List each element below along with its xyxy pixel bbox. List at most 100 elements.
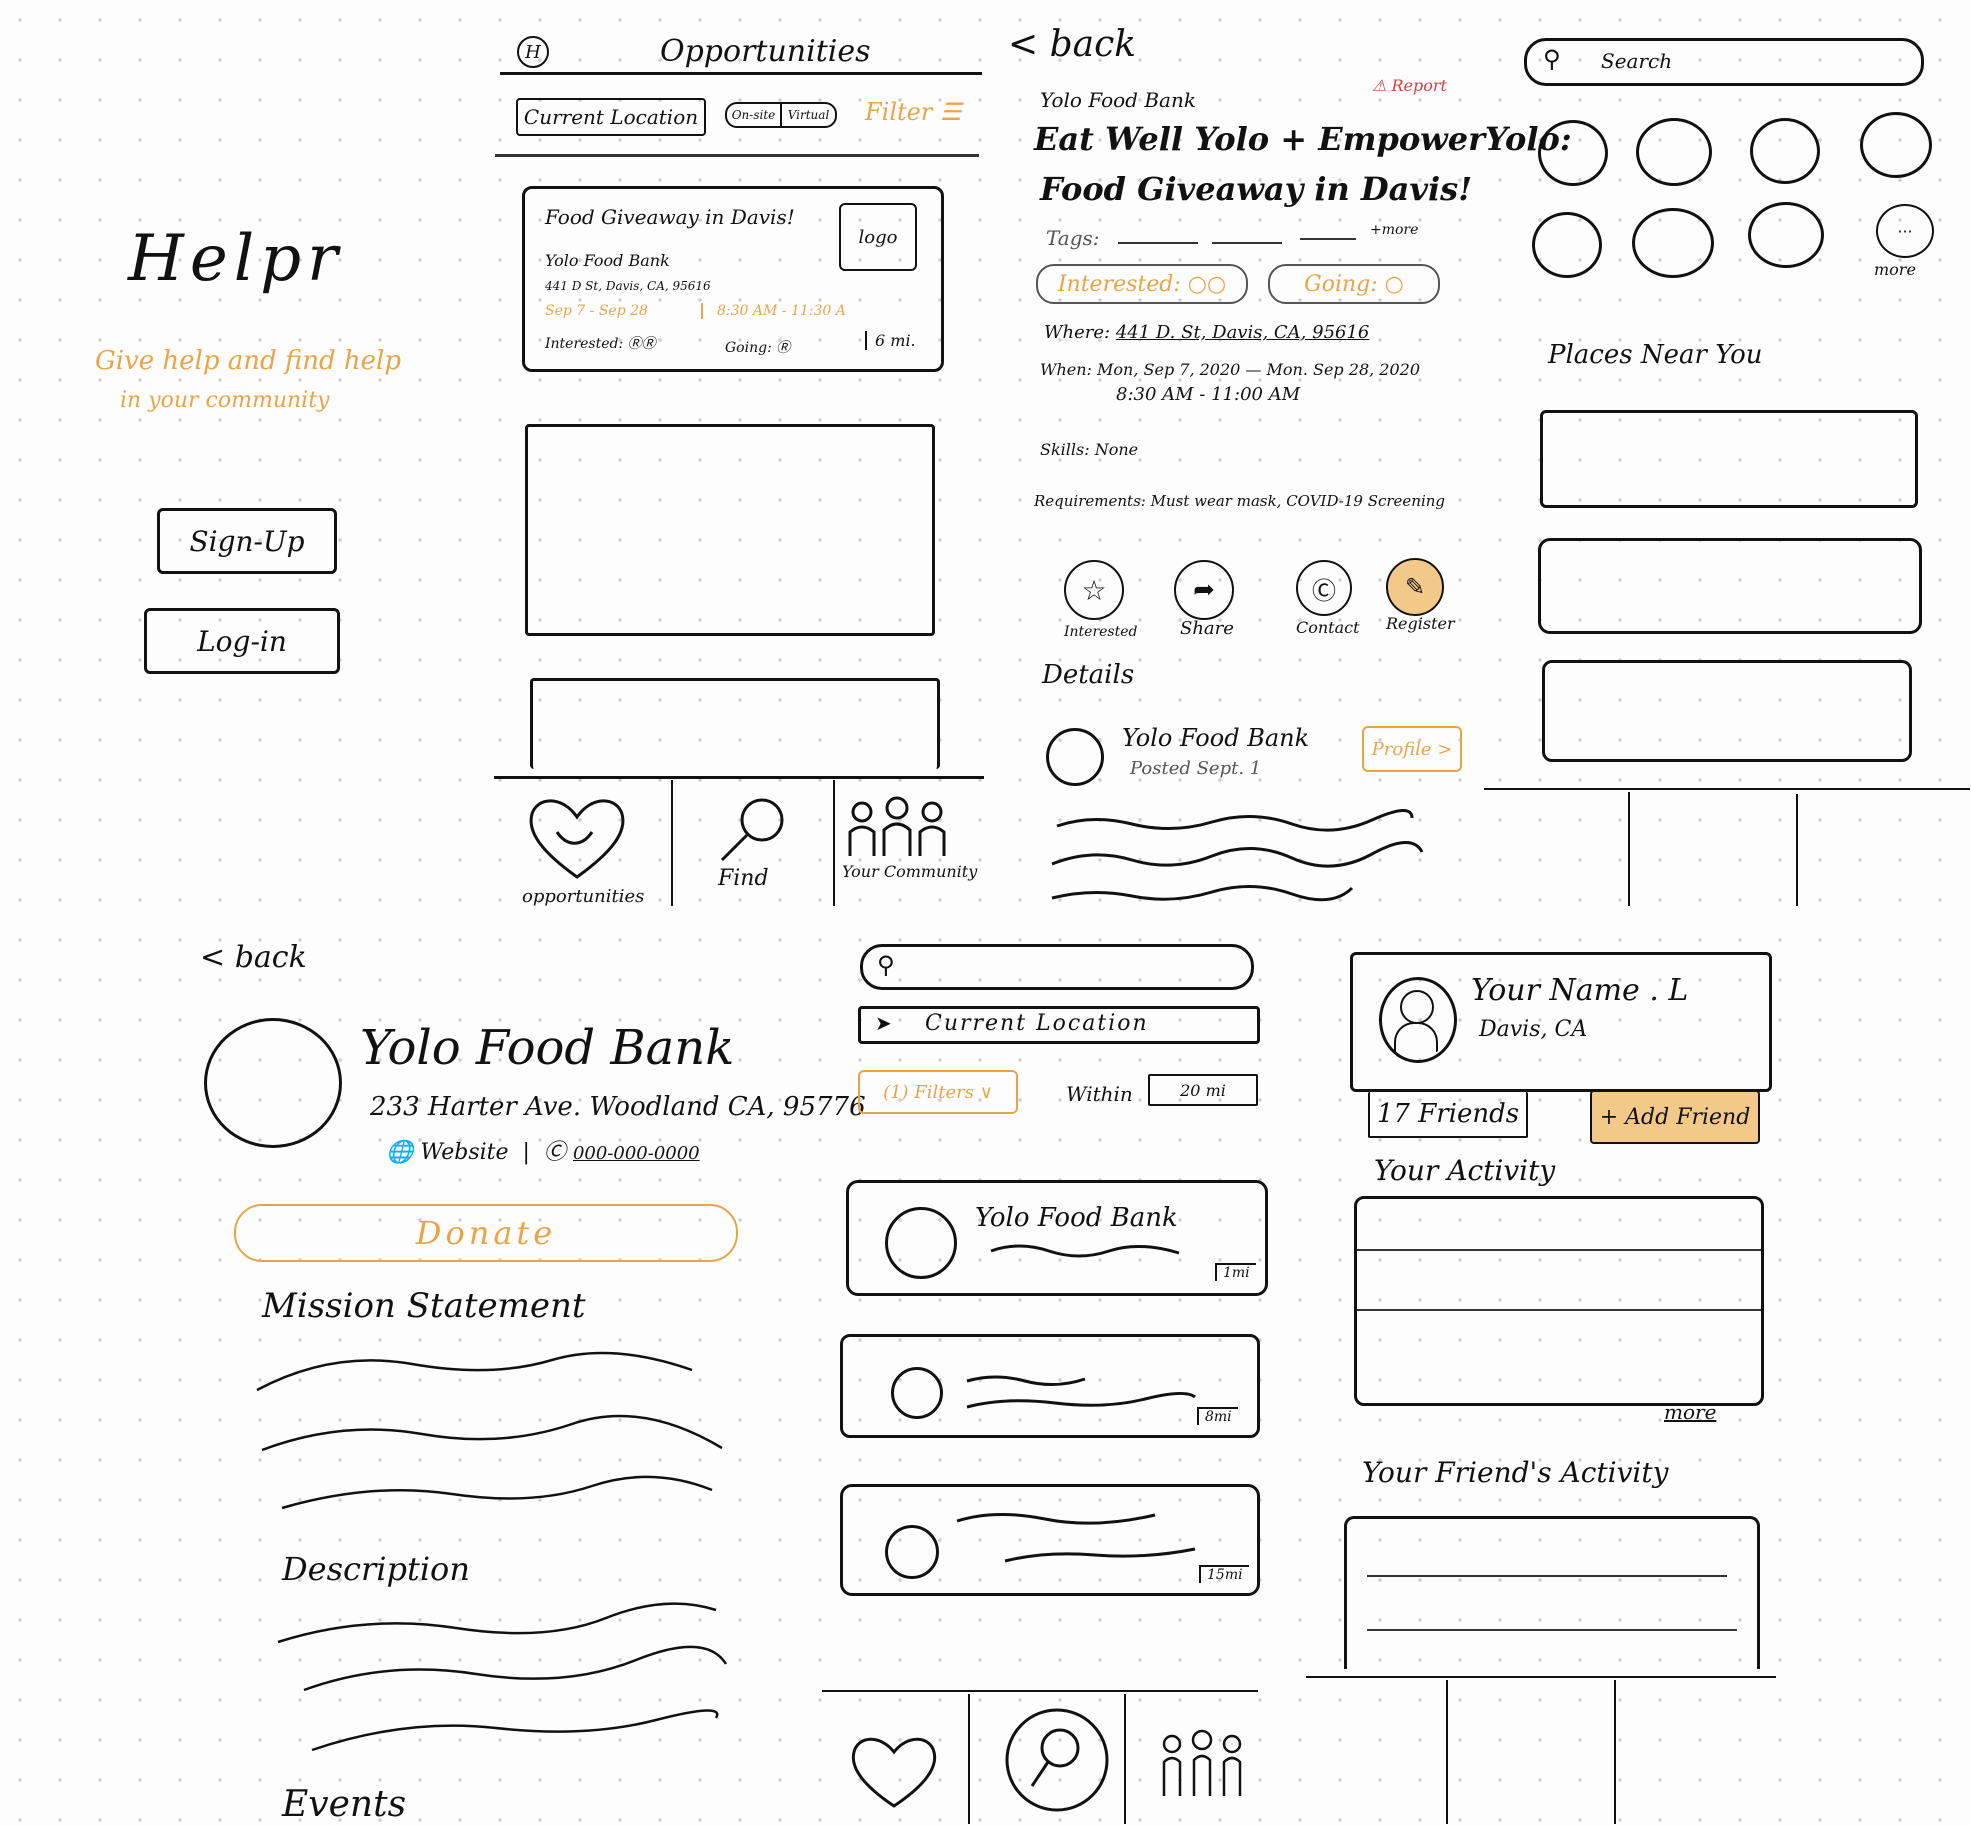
friends-count-button[interactable]: 17 Friends (1368, 1092, 1528, 1138)
mission-text-scribble (256, 1351, 723, 1510)
login-button[interactable]: Log-in (144, 608, 340, 674)
activity-row[interactable] (1357, 1249, 1761, 1251)
phone-number[interactable]: 000-000-0000 (573, 1143, 700, 1164)
within-distance-field[interactable]: 20 mi (1148, 1074, 1258, 1106)
result-card[interactable]: 8mi (840, 1334, 1260, 1438)
report-button[interactable]: ⚠ Report (1372, 76, 1447, 95)
phone-icon: Ⓒ (543, 1140, 566, 1165)
activity-row[interactable] (1357, 1309, 1761, 1311)
chevron-right-icon: > (1431, 738, 1453, 760)
filter-button[interactable]: Filter ☰ (865, 98, 961, 126)
opportunity-card-placeholder[interactable] (525, 424, 935, 636)
requirements-value: Must wear mask, COVID-19 Screening (1150, 492, 1446, 510)
tag-slot[interactable] (1118, 242, 1198, 244)
category-circle[interactable] (1860, 112, 1932, 178)
back-button[interactable]: < back (200, 940, 307, 975)
interested-button[interactable]: Interested: ○○ (1036, 264, 1248, 304)
category-circle[interactable] (1632, 208, 1714, 278)
home-icon[interactable]: H (517, 36, 549, 68)
virtual-option[interactable]: Virtual (782, 104, 835, 126)
tag-slot[interactable] (1212, 242, 1282, 244)
nav-find[interactable]: Find (712, 796, 812, 891)
nav-community-label: Your Community (842, 862, 978, 881)
share-icon: ➦ (1174, 560, 1234, 620)
website-link[interactable]: Website (420, 1140, 508, 1165)
heart-hands-icon[interactable] (846, 1730, 942, 1810)
share-action[interactable]: ➦ (1174, 560, 1234, 620)
onsite-option[interactable]: On-site (727, 104, 782, 126)
result-text-scribble (956, 1513, 1196, 1563)
contact-action-label: Contact (1296, 618, 1360, 637)
search-bar[interactable]: ⚲ Search (1524, 38, 1924, 86)
more-categories-icon[interactable]: ··· (1876, 204, 1934, 258)
tagline-line2: in your community (120, 388, 330, 413)
back-button[interactable]: < back (1008, 24, 1136, 65)
tag-slot[interactable] (1300, 238, 1356, 240)
more-tags-link[interactable]: +more (1370, 222, 1418, 238)
back-label: back (1049, 24, 1137, 65)
donate-button[interactable]: Donate (234, 1204, 738, 1262)
category-circle[interactable] (1532, 212, 1602, 278)
poster-name: Yolo Food Bank (1122, 724, 1310, 752)
event-title-line1: Eat Well Yolo + EmpowerYolo: (1034, 120, 1572, 158)
where-value[interactable]: 441 D. St, Davis, CA, 95616 (1116, 322, 1370, 343)
opportunity-card-placeholder[interactable] (530, 678, 940, 769)
register-icon: ✎ (1386, 558, 1444, 616)
place-card[interactable] (1538, 538, 1922, 634)
community-icon (848, 796, 946, 856)
nav-separator (833, 780, 835, 906)
opportunity-card[interactable]: Food Giveaway in Davis! Yolo Food Bank 4… (522, 186, 944, 372)
profile-button[interactable]: Profile > (1362, 726, 1462, 772)
result-avatar (891, 1367, 943, 1419)
going-button[interactable]: Going: ○ (1268, 264, 1440, 304)
user-profile-card[interactable]: Your Name . L Davis, CA (1350, 952, 1772, 1092)
result-card[interactable]: Yolo Food Bank 1mi (846, 1180, 1268, 1296)
place-card[interactable] (1540, 410, 1918, 508)
card-title: Food Giveaway in Davis! (545, 205, 795, 229)
going-label: Going: (1304, 271, 1378, 297)
category-circle[interactable] (1636, 118, 1712, 186)
add-friend-button[interactable]: + Add Friend (1590, 1090, 1760, 1144)
magnifier-icon[interactable] (1002, 1708, 1112, 1812)
places-near-you-heading: Places Near You (1548, 340, 1763, 370)
filters-button[interactable]: (1) Filters ∨ (858, 1070, 1018, 1114)
poster-avatar[interactable] (1046, 728, 1104, 786)
contact-action[interactable]: Ⓒ (1296, 560, 1352, 616)
going-avatar-icon: Ⓡ (776, 340, 791, 356)
more-categories-label[interactable]: more (1874, 260, 1916, 279)
location-label: Current Location (925, 1011, 1149, 1036)
tagline-line1: Give help and find help (95, 346, 402, 376)
your-activity-list (1354, 1196, 1764, 1406)
category-circle[interactable] (1538, 120, 1608, 186)
nav-community[interactable]: Your Community (842, 796, 982, 881)
when-label: When: (1040, 360, 1092, 379)
org-contact-row: 🌐 Website | Ⓒ 000-000-0000 (386, 1140, 700, 1165)
onsite-virtual-toggle[interactable]: On-site Virtual (725, 102, 837, 128)
user-avatar (1379, 977, 1457, 1063)
mission-heading: Mission Statement (262, 1286, 586, 1326)
community-icon[interactable] (1154, 1728, 1248, 1798)
location-field[interactable]: ➤ Current Location (858, 1006, 1260, 1044)
filter-menu-icon: ☰ (939, 98, 962, 126)
activity-row[interactable] (1367, 1575, 1727, 1577)
card-times: 8:30 AM - 11:30 A (701, 303, 846, 319)
place-card[interactable] (1542, 660, 1912, 762)
interested-action[interactable]: ☆ (1064, 560, 1124, 620)
posted-date: Posted Sept. 1 (1130, 758, 1262, 779)
more-activity-link[interactable]: more (1664, 1400, 1716, 1424)
share-action-label: Share (1180, 618, 1234, 639)
current-location-button[interactable]: Current Location (516, 98, 706, 136)
interested-avatars-icon: ○○ (1180, 271, 1227, 297)
when-value-line2: 8:30 AM - 11:00 AM (1116, 384, 1301, 405)
nav-divider (494, 776, 984, 779)
register-action[interactable]: ✎ (1386, 558, 1444, 616)
result-card[interactable]: 15mi (840, 1484, 1260, 1596)
skills-label: Skills: (1040, 440, 1090, 459)
result-name: Yolo Food Bank (975, 1203, 1178, 1233)
category-circle[interactable] (1750, 118, 1820, 184)
signup-button[interactable]: Sign-Up (157, 508, 337, 574)
activity-row[interactable] (1367, 1629, 1737, 1631)
search-bar[interactable]: ⚲ (860, 944, 1254, 990)
nav-opportunities[interactable]: opportunities (522, 792, 644, 907)
category-circle[interactable] (1748, 202, 1824, 268)
